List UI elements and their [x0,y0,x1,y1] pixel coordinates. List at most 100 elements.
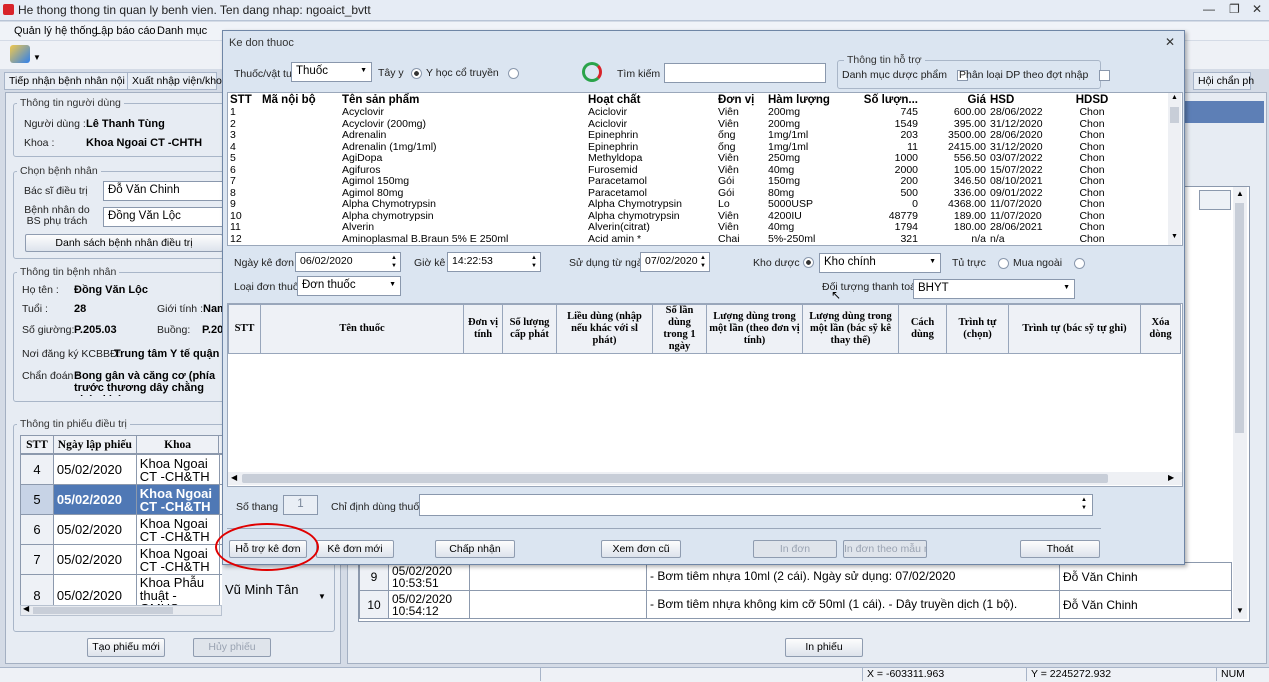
cabinet-radio[interactable] [997,257,1009,269]
product-row[interactable]: 1 Acyclovir Aciclovir Viên 200mg 745 600.00 28/… [228,107,1168,119]
detail-scroll-up-icon[interactable]: ▲ [1236,189,1244,198]
cancel-sheet-button[interactable]: Hủy phiếu [193,638,271,657]
rx-col-3[interactable]: Số lượng cấp phát [502,304,557,354]
sheet-row[interactable]: 805/02/2020Khoa Phẫu thuật - GMHS [20,574,222,605]
product-vscroll[interactable]: ▲ ▼ [1168,93,1181,245]
product-col-name[interactable]: Tên sản phẩm [340,93,586,107]
rx-scroll-right-icon[interactable]: ▶ [1168,473,1174,482]
product-row[interactable]: 10 Alpha chymotrypsin Alpha chymotrypsin Vi… [228,211,1168,223]
refresh-icon[interactable] [582,62,602,82]
rx-col-5[interactable]: Số lần dùng trong 1 ngày [652,304,707,354]
tab-admission[interactable]: Tiếp nhận bệnh nhân nội trú [4,72,140,90]
sheet-hscroll[interactable]: ◀ [20,604,222,616]
menu-reports[interactable]: Lập báo cáo [95,25,156,37]
dialog-close-icon[interactable]: ✕ [1165,35,1175,49]
detail-scroll-down-icon[interactable]: ▼ [1236,606,1244,615]
new-prescription-button[interactable]: Kê đơn mới [316,540,394,558]
detail-vscroll[interactable]: ▲ ▼ [1233,187,1247,619]
menu-system[interactable]: Quản lý hệ thống [14,25,98,37]
view-old-button[interactable]: Xem đơn cũ [601,540,681,558]
product-col-expiry[interactable]: HSD [988,93,1060,107]
patient-select[interactable]: Đồng Văn Lộc [103,207,223,227]
menu-catalog[interactable]: Danh mục [157,25,207,37]
product-row[interactable]: 7 Agimol 150mg Paracetamol Gói 150mg 200 346.5… [228,176,1168,188]
sheet-hscroll-thumb[interactable] [33,607,173,614]
minimize-icon[interactable]: — [1203,2,1215,16]
doctor-select[interactable]: Đỗ Văn Chinh [103,181,223,201]
rx-col-10[interactable]: Trình tự (bác sỹ tự ghi) [1008,304,1141,354]
traditional-option[interactable]: Y học cổ truyền [426,67,519,79]
spinner-icon[interactable]: ▲ ▼ [531,254,537,270]
spinner-icon[interactable]: ▲ ▼ [391,254,397,270]
product-row[interactable]: 4 Adrenalin (1mg/1ml) Epinephrin ống 1mg/1ml… [228,142,1168,154]
sheet-row[interactable]: 4 05/02/2020 Khoa Ngoai CT -CH&TH [20,454,222,485]
product-col-code[interactable]: Mã nội bộ [260,93,340,107]
rx-col-9[interactable]: Trình tự (chọn) [946,304,1009,354]
outside-radio[interactable] [1073,257,1085,269]
list-check-option[interactable]: Danh mục dược phẩm [842,69,968,81]
product-row[interactable]: 11 Alverin Alverin(citrat) Viên 40mg 1794 180.… [228,222,1168,234]
tab-discharge[interactable]: Xuất nhập viện/khoa [127,72,228,90]
new-sheet-button[interactable]: Tạo phiếu mới [87,638,165,657]
sheet-vscroll-down-icon[interactable]: ▼ [318,592,326,601]
product-col-stt[interactable]: STT [228,93,260,107]
product-col-usage[interactable]: HDSD [1060,93,1124,107]
product-col-active[interactable]: Hoạt chất [586,93,716,107]
product-row[interactable]: 12 Aminoplasmal B.Braun 5% E 250ml Acid am… [228,234,1168,246]
payer-select[interactable]: BHYT ▼ [913,279,1075,299]
rx-col-4[interactable]: Liều dùng (nhập nếu khác với sl phát) [556,304,653,354]
rx-col-1[interactable]: Tên thuốc [260,304,464,354]
product-col-qty[interactable]: Số lượn... [858,93,920,107]
patient-list-button[interactable]: Danh sách bệnh nhân điều trị [25,234,223,252]
product-row[interactable]: 6 Agifuros Furosemid Viên 40mg 2000 105.00 15/0… [228,165,1168,177]
rx-col-2[interactable]: Đơn vị tính [463,304,503,354]
time-input[interactable]: 14:22:53 ▲ ▼ [447,252,541,272]
scroll-left-icon[interactable]: ◀ [23,604,29,613]
detail-scroll-thumb[interactable] [1235,203,1244,433]
sheet-row[interactable]: 5 05/02/2020 Khoa Ngoai CT -CH&TH [20,484,222,515]
maximize-icon[interactable]: ❐ [1229,2,1240,16]
rx-col-6[interactable]: Lượng dùng trong một lần (theo đơn vị tí… [706,304,803,354]
product-row[interactable]: 3 Adrenalin Epinephrin ống 1mg/1ml 203 3500.00… [228,130,1168,142]
instruction-input[interactable] [419,494,1093,516]
classify-checkbox[interactable] [1099,69,1111,81]
use-from-input[interactable]: 07/02/2020 ▲ ▼ [640,252,710,272]
exit-button[interactable]: Thoát [1020,540,1100,558]
close-icon[interactable]: ✕ [1252,2,1262,16]
kind-select[interactable]: Đơn thuốc ▼ [297,276,401,296]
product-col-price[interactable]: Giá [920,93,988,107]
spinner-icon[interactable]: ▲ ▼ [700,254,706,270]
product-scroll-thumb[interactable] [1170,107,1179,123]
rx-scroll-thumb[interactable] [242,474,1108,483]
tab-consult[interactable]: Hội chẩn ph [1193,72,1254,90]
product-col-strength[interactable]: Hàm lượng [766,93,858,107]
western-option[interactable]: Tây y [378,67,422,79]
rx-scroll-left-icon[interactable]: ◀ [231,473,237,482]
classify-check-option[interactable]: Phân loại DP theo đợt nhập [959,69,1111,81]
print-prescription-button[interactable]: In đơn [753,540,837,558]
sheet-row[interactable]: 7 05/02/2020 Khoa Ngoai CT -CH&TH [20,544,222,575]
months-input[interactable]: 1 [283,495,318,515]
detail-row[interactable]: 9 05/02/2020 10:53:51 - Bơm tiêm nhựa 10… [359,562,1232,591]
instruction-spinner-icon[interactable]: ▲ ▼ [1081,496,1087,512]
print-sheet-button[interactable]: In phiếu [785,638,863,657]
search-input[interactable] [664,63,826,83]
rx-col-8[interactable]: Cách dùng [898,304,947,354]
print-template-button[interactable]: In đơn theo mẫu mới [843,540,927,558]
rx-col-11[interactable]: Xóa dòng [1140,304,1181,354]
product-col-unit[interactable]: Đơn vị [716,93,766,107]
type-select[interactable]: Thuốc ▼ [291,62,372,82]
product-row[interactable]: 9 Alpha Chymotrypsin Alpha Chymotrypsin Lo 5… [228,199,1168,211]
store-select[interactable]: Kho chính ▼ [819,253,941,273]
detail-row[interactable]: 10 05/02/2020 10:54:12 - Bơm tiêm nhựa k… [359,590,1232,619]
western-radio[interactable] [410,67,422,79]
traditional-radio[interactable] [507,67,519,79]
sheet-row[interactable]: 6 05/02/2020 Khoa Ngoai CT -CH&TH [20,514,222,545]
product-scroll-down-icon[interactable]: ▼ [1171,233,1178,240]
outside-option[interactable]: Mua ngoài [1013,257,1085,269]
store-radio[interactable] [803,257,814,268]
rx-col-7[interactable]: Lượng dùng trong một lần (bác sỹ kê thay… [802,304,899,354]
rx-col-0[interactable]: STT [228,304,261,354]
date-input[interactable]: 06/02/2020 ▲ ▼ [295,252,401,272]
product-row[interactable]: 8 Agimol 80mg Paracetamol Gói 80mg 500 336.00 0… [228,188,1168,200]
